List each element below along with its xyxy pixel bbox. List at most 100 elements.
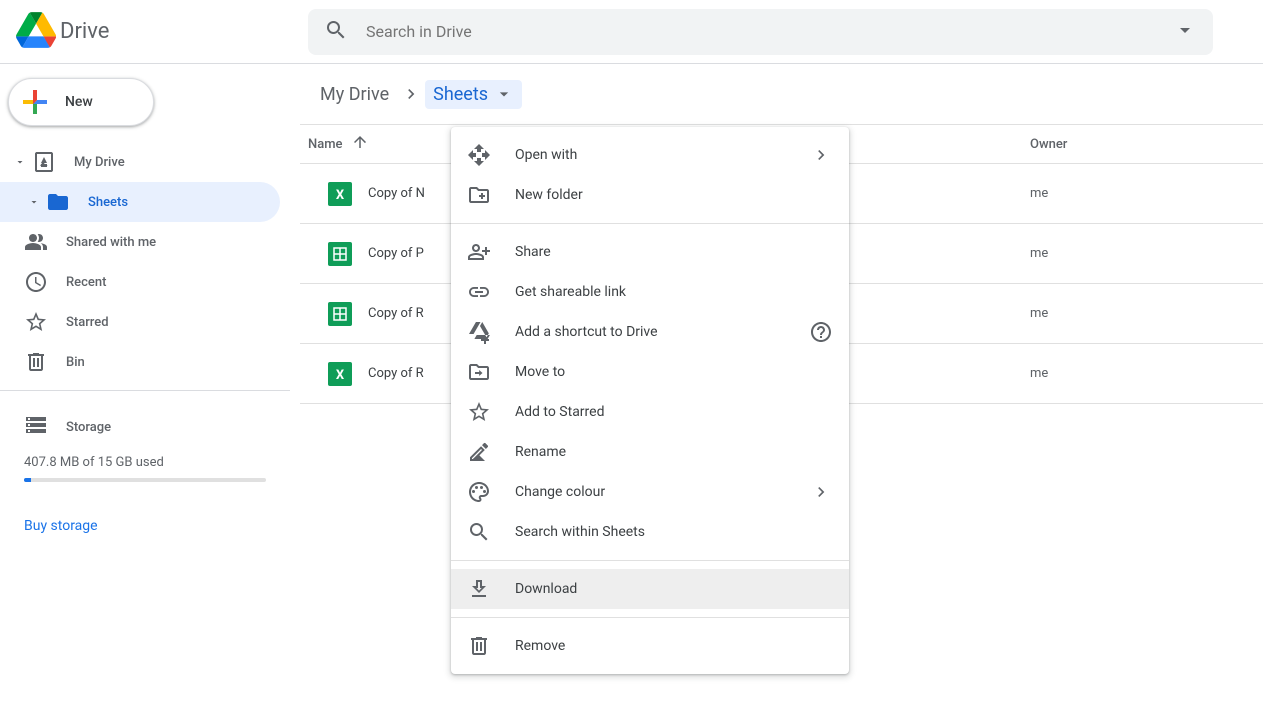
- search-button[interactable]: [314, 10, 358, 54]
- header: Drive: [0, 0, 1263, 64]
- breadcrumb-my-drive[interactable]: My Drive: [312, 80, 397, 109]
- menu-item-move[interactable]: Move to: [451, 352, 849, 392]
- menu-item-link[interactable]: Get shareable link: [451, 272, 849, 312]
- arrow-drop-down-icon: [494, 84, 514, 104]
- trash-icon: [24, 350, 48, 374]
- menu-item-palette[interactable]: Change colour: [451, 472, 849, 512]
- new-button-label: New: [53, 94, 93, 110]
- menu-divider: [451, 617, 849, 618]
- storage-label: Storage: [66, 420, 111, 435]
- sidebar-item-sheets[interactable]: Sheets: [0, 182, 280, 222]
- menu-item-trash[interactable]: Remove: [451, 626, 849, 666]
- file-owner: me: [1030, 306, 1230, 321]
- menu-item-pencil[interactable]: Rename: [451, 432, 849, 472]
- sidebar-item-recent[interactable]: Recent: [0, 262, 280, 302]
- open-with-icon: [467, 143, 491, 167]
- menu-item-label: New folder: [515, 187, 833, 203]
- svg-text:X: X: [336, 368, 345, 383]
- menu-item-label: Open with: [515, 147, 809, 163]
- drive-shortcut-icon: [467, 320, 491, 344]
- sidebar-item-label: Bin: [66, 355, 85, 370]
- clock-icon: [24, 270, 48, 294]
- storage-text: 407.8 MB of 15 GB used: [24, 455, 266, 470]
- drive-logo-icon: [16, 10, 56, 54]
- logo-area[interactable]: Drive: [16, 10, 308, 54]
- search-icon: [467, 520, 491, 544]
- menu-divider: [451, 223, 849, 224]
- breadcrumb-label: Sheets: [433, 84, 488, 105]
- menu-item-label: Add a shortcut to Drive: [515, 324, 809, 340]
- menu-item-label: Change colour: [515, 484, 809, 500]
- menu-item-label: Share: [515, 244, 833, 260]
- file-owner: me: [1030, 246, 1230, 261]
- file-owner: me: [1030, 366, 1230, 381]
- storage-icon: [24, 413, 48, 441]
- help-icon[interactable]: [809, 320, 833, 344]
- sidebar-item-starred[interactable]: Starred: [0, 302, 280, 342]
- sidebar-item-label: Shared with me: [66, 235, 156, 250]
- menu-divider: [451, 560, 849, 561]
- sidebar-item-label: Recent: [66, 275, 106, 290]
- menu-item-label: Rename: [515, 444, 833, 460]
- menu-item-open-with[interactable]: Open with: [451, 135, 849, 175]
- file-name: Copy of P: [368, 246, 424, 261]
- breadcrumb: My Drive Sheets: [300, 64, 1263, 124]
- storage-bar-fill: [24, 478, 31, 482]
- menu-item-label: Add to Starred: [515, 404, 833, 420]
- context-menu: Open with New folder Share Get shareable li…: [451, 127, 849, 674]
- file-name: Copy of R: [368, 306, 424, 321]
- sidebar-item-label: My Drive: [74, 155, 125, 170]
- download-icon: [467, 577, 491, 601]
- file-owner: me: [1030, 186, 1230, 201]
- chevron-right-icon: [809, 143, 833, 167]
- file-type-icon: [328, 302, 352, 326]
- menu-item-label: Download: [515, 581, 833, 597]
- sidebar-item-label: Sheets: [88, 195, 128, 210]
- file-type-icon: [328, 242, 352, 266]
- storage-bar: [24, 478, 266, 482]
- expand-icon[interactable]: [22, 196, 46, 208]
- storage-section: Storage 407.8 MB of 15 GB used Buy stora…: [0, 399, 290, 534]
- menu-item-person-add[interactable]: Share: [451, 232, 849, 272]
- drive-icon: [32, 150, 56, 174]
- breadcrumb-label: My Drive: [320, 84, 389, 105]
- menu-item-label: Get shareable link: [515, 284, 833, 300]
- chevron-right-icon: [401, 84, 421, 104]
- expand-icon[interactable]: [8, 156, 32, 168]
- person-add-icon: [467, 240, 491, 264]
- folder-icon: [46, 190, 70, 214]
- sidebar-item-storage[interactable]: Storage: [24, 407, 266, 447]
- new-button[interactable]: New: [8, 78, 154, 126]
- search-bar: [308, 9, 1213, 55]
- search-options-button[interactable]: [1163, 10, 1207, 54]
- menu-item-label: Move to: [515, 364, 833, 380]
- svg-text:X: X: [336, 188, 345, 203]
- menu-item-new-folder[interactable]: New folder: [451, 175, 849, 215]
- menu-item-search[interactable]: Search within Sheets: [451, 512, 849, 552]
- new-folder-icon: [467, 183, 491, 207]
- arrow-up-icon: [351, 133, 369, 155]
- chevron-right-icon: [809, 480, 833, 504]
- menu-item-star[interactable]: Add to Starred: [451, 392, 849, 432]
- sidebar-item-shared[interactable]: Shared with me: [0, 222, 280, 262]
- trash-icon: [467, 634, 491, 658]
- file-type-icon: X: [328, 182, 352, 206]
- file-name: Copy of R: [368, 366, 424, 381]
- move-icon: [467, 360, 491, 384]
- sidebar-tree: My Drive Sheets Shared with me Recent St…: [0, 142, 290, 382]
- sidebar: New My Drive Sheets Shared with me Recen…: [0, 64, 290, 534]
- breadcrumb-sheets[interactable]: Sheets: [425, 80, 522, 109]
- buy-storage-link[interactable]: Buy storage: [24, 518, 98, 534]
- arrow-drop-down-icon: [1173, 18, 1197, 46]
- sidebar-item-bin[interactable]: Bin: [0, 342, 280, 382]
- menu-item-drive-shortcut[interactable]: Add a shortcut to Drive: [451, 312, 849, 352]
- search-input[interactable]: [358, 22, 1163, 41]
- pencil-icon: [467, 440, 491, 464]
- menu-item-label: Remove: [515, 638, 833, 654]
- column-header-owner[interactable]: Owner: [1030, 137, 1230, 152]
- link-icon: [467, 280, 491, 304]
- product-name: Drive: [56, 19, 109, 44]
- search-icon: [324, 18, 348, 46]
- menu-item-download[interactable]: Download: [451, 569, 849, 609]
- sidebar-item-my-drive[interactable]: My Drive: [0, 142, 280, 182]
